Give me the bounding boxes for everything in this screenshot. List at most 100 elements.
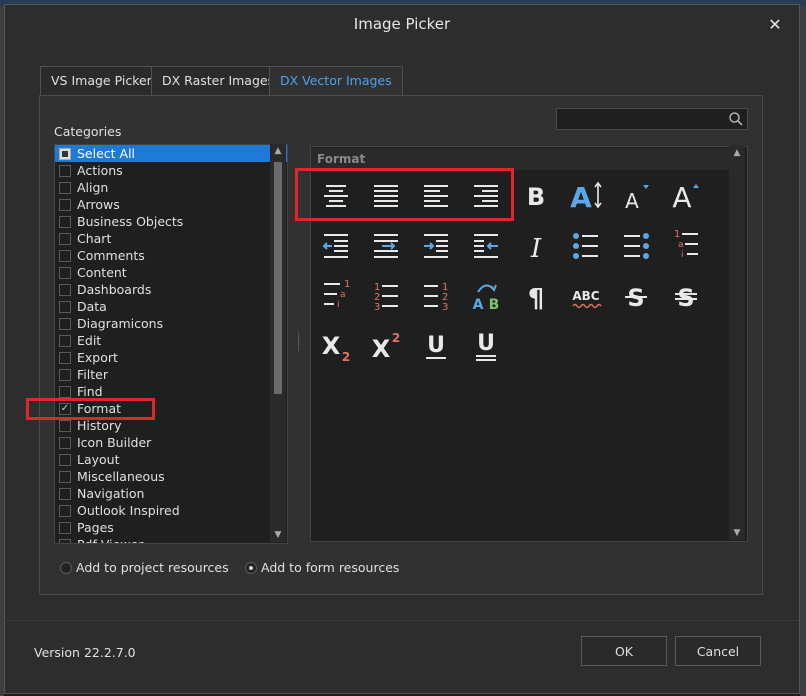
version-label: Version 22.2.7.0 (34, 645, 136, 660)
category-item[interactable]: Filter (55, 366, 287, 383)
category-item[interactable]: Align (55, 179, 287, 196)
category-checkbox[interactable] (59, 301, 71, 313)
multilevel-list-right-icon[interactable]: 1ai (316, 276, 356, 316)
first-line-indent-icon[interactable] (416, 226, 456, 266)
font-size-increase-icon[interactable]: A (666, 176, 706, 216)
font-size-decrease-icon: A (625, 185, 649, 213)
change-case-icon[interactable]: AB (466, 276, 506, 316)
tab-dx-vector-images[interactable]: DX Vector Images (269, 66, 403, 96)
category-item[interactable]: Pages (55, 519, 287, 536)
strikethrough-icon[interactable]: S (616, 276, 656, 316)
ok-button[interactable]: OK (581, 636, 667, 666)
category-label: Export (77, 350, 118, 365)
search-input[interactable] (556, 108, 748, 130)
category-checkbox[interactable] (59, 284, 71, 296)
category-checkbox[interactable] (59, 148, 71, 160)
italic-icon[interactable]: I (516, 226, 556, 266)
svg-text:i: i (337, 300, 340, 310)
gallery-scroll-down-icon[interactable]: ▼ (729, 526, 745, 540)
category-checkbox[interactable] (59, 369, 71, 381)
category-item[interactable]: Pdf Viewer (55, 536, 287, 543)
double-underline-icon[interactable]: U (466, 326, 506, 366)
category-item[interactable]: Select All (55, 145, 287, 162)
category-item[interactable]: Dashboards (55, 281, 287, 298)
double-strikethrough-icon[interactable]: S (666, 276, 706, 316)
category-item[interactable]: Data (55, 298, 287, 315)
multilevel-list-icon[interactable]: 1ai (666, 226, 706, 266)
category-checkbox[interactable] (59, 488, 71, 500)
close-icon[interactable]: ✕ (765, 15, 785, 35)
font-size-icon[interactable]: A (566, 176, 606, 216)
double-underline-icon: U (476, 331, 496, 361)
category-checkbox[interactable] (59, 199, 71, 211)
underline-icon: U (426, 333, 446, 359)
category-item[interactable]: Outlook Inspired (55, 502, 287, 519)
categories-scroll-thumb[interactable] (274, 162, 282, 394)
tab-dx-raster-images[interactable]: DX Raster Images (151, 66, 286, 95)
category-item[interactable]: Content (55, 264, 287, 281)
category-item[interactable]: Icon Builder (55, 434, 287, 451)
category-item[interactable]: Actions (55, 162, 287, 179)
category-checkbox[interactable] (59, 505, 71, 517)
category-item[interactable]: Navigation (55, 485, 287, 502)
subscript-icon: X2 (322, 332, 350, 364)
category-item[interactable]: Export (55, 349, 287, 366)
category-checkbox[interactable] (59, 352, 71, 364)
alignment-icons-highlight (295, 168, 514, 221)
category-label: Find (77, 384, 103, 399)
bullets-right-icon[interactable] (616, 226, 656, 266)
numbering-icon[interactable]: 123 (366, 276, 406, 316)
category-item[interactable]: Miscellaneous (55, 468, 287, 485)
underline-icon[interactable]: U (416, 326, 456, 366)
splitter-grip[interactable]: ⁞ ⁞ ⁞ (297, 332, 303, 354)
bullets-icon[interactable] (566, 226, 606, 266)
category-checkbox[interactable] (59, 216, 71, 228)
category-label: Align (77, 180, 109, 195)
svg-text:B: B (527, 183, 545, 211)
svg-text:U: U (427, 333, 445, 358)
category-checkbox[interactable] (59, 267, 71, 279)
category-checkbox[interactable] (59, 539, 71, 543)
category-item[interactable]: Diagramicons (55, 315, 287, 332)
scroll-down-icon[interactable]: ▼ (270, 528, 286, 542)
category-item[interactable]: Business Objects (55, 213, 287, 230)
scroll-up-icon[interactable]: ▲ (270, 144, 286, 158)
subscript-icon[interactable]: X2 (316, 326, 356, 366)
cancel-button[interactable]: Cancel (675, 636, 761, 666)
category-checkbox[interactable] (59, 420, 71, 432)
spell-check-icon[interactable]: ABC (566, 276, 606, 316)
tab-vs-image-picker[interactable]: VS Image Picker (40, 66, 163, 95)
category-checkbox[interactable] (59, 437, 71, 449)
category-checkbox[interactable] (59, 165, 71, 177)
indent-increase-icon[interactable] (366, 226, 406, 266)
font-size-decrease-icon[interactable]: A (616, 176, 656, 216)
category-checkbox[interactable] (59, 250, 71, 262)
gallery-scroll-up-icon[interactable]: ▲ (729, 146, 745, 160)
add-to-form-radio[interactable]: Add to form resources (245, 561, 399, 575)
superscript-icon[interactable]: X2 (366, 326, 406, 366)
category-item[interactable]: Edit (55, 332, 287, 349)
dialog-title: Image Picker (353, 15, 451, 33)
category-item[interactable]: Comments (55, 247, 287, 264)
category-checkbox[interactable] (59, 335, 71, 347)
search-icon[interactable] (728, 111, 744, 127)
bold-icon[interactable]: B (516, 176, 556, 216)
gallery-scrollbar[interactable]: ▲ (729, 146, 745, 540)
category-checkbox[interactable] (59, 233, 71, 245)
category-item[interactable]: Layout (55, 451, 287, 468)
paragraph-mark-icon[interactable]: ¶ (516, 276, 556, 316)
category-checkbox[interactable] (59, 471, 71, 483)
category-item[interactable]: Chart (55, 230, 287, 247)
category-checkbox[interactable] (59, 386, 71, 398)
category-label: Chart (77, 231, 112, 246)
add-to-project-radio[interactable]: Add to project resources (60, 561, 229, 575)
hanging-indent-icon[interactable] (466, 226, 506, 266)
category-item[interactable]: Arrows (55, 196, 287, 213)
category-checkbox[interactable] (59, 454, 71, 466)
svg-text:ABC: ABC (572, 289, 599, 303)
indent-decrease-icon[interactable] (316, 226, 356, 266)
category-checkbox[interactable] (59, 182, 71, 194)
numbering-right-icon[interactable]: 123 (416, 276, 456, 316)
category-checkbox[interactable] (59, 522, 71, 534)
category-checkbox[interactable] (59, 318, 71, 330)
